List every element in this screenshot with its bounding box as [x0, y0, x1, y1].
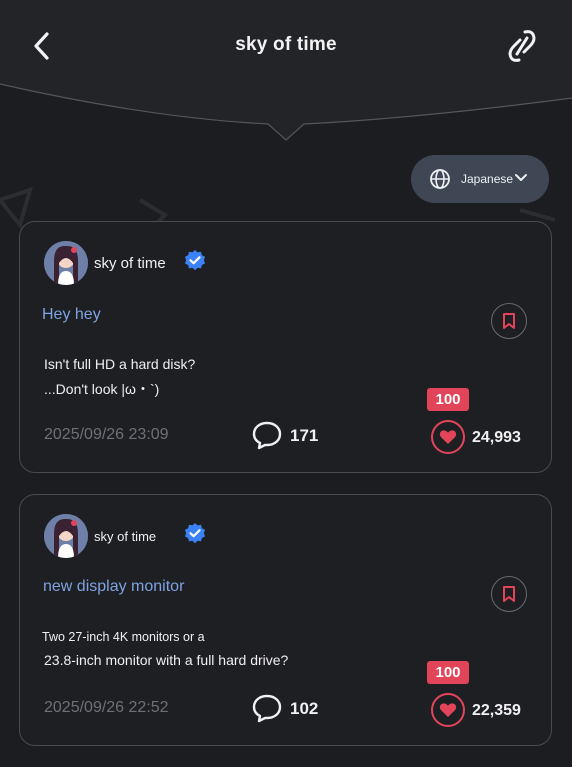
like-button[interactable] [431, 693, 465, 727]
post-body-line: ...Don't look |ω・`) [44, 381, 160, 397]
author-name[interactable]: sky of time [94, 255, 166, 272]
globe-icon [430, 169, 450, 189]
avatar[interactable] [44, 241, 88, 285]
author-name[interactable]: sky of time [94, 529, 156, 544]
post-body-line: 23.8-inch monitor with a full hard drive… [44, 652, 289, 668]
bookmark-button[interactable] [491, 303, 527, 339]
language-selector[interactable]: Japanese [411, 155, 549, 203]
like-button[interactable] [431, 420, 465, 454]
heart-icon [439, 430, 457, 444]
post-date: 2025/09/26 23:09 [44, 426, 169, 443]
avatar[interactable] [44, 514, 88, 558]
bookmark-icon [503, 586, 515, 602]
post-body-line: Two 27-inch 4K monitors or a [42, 630, 205, 644]
page-title: sky of time [235, 34, 337, 55]
post-title[interactable]: new display monitor [43, 578, 184, 596]
post-card[interactable]: sky of time Hey hey Isn't full HD a hard… [19, 221, 552, 473]
post-title[interactable]: Hey hey [42, 306, 101, 324]
heart-icon [439, 703, 457, 717]
like-count: 24,993 [472, 429, 521, 446]
share-link-button[interactable] [500, 24, 544, 68]
like-badge: 100 [427, 661, 469, 684]
comment-count: 102 [290, 699, 319, 718]
post-body-line: Isn't full HD a hard disk? [44, 356, 196, 372]
like-count: 22,359 [472, 702, 521, 719]
chevron-down-icon [515, 174, 527, 181]
comment-icon[interactable] [251, 419, 283, 451]
post-date: 2025/09/26 22:52 [44, 699, 169, 716]
verified-badge-icon [185, 250, 205, 271]
like-badge: 100 [427, 388, 469, 411]
bookmark-icon [503, 313, 515, 329]
bookmark-button[interactable] [491, 576, 527, 612]
verified-badge-icon [185, 523, 205, 544]
link-icon [508, 30, 536, 62]
header-background [0, 0, 572, 141]
comment-count: 171 [290, 426, 319, 445]
post-card[interactable]: sky of time new display monitor Two 27-i… [19, 494, 552, 746]
language-label: Japanese [461, 172, 514, 186]
comment-icon[interactable] [251, 692, 283, 724]
